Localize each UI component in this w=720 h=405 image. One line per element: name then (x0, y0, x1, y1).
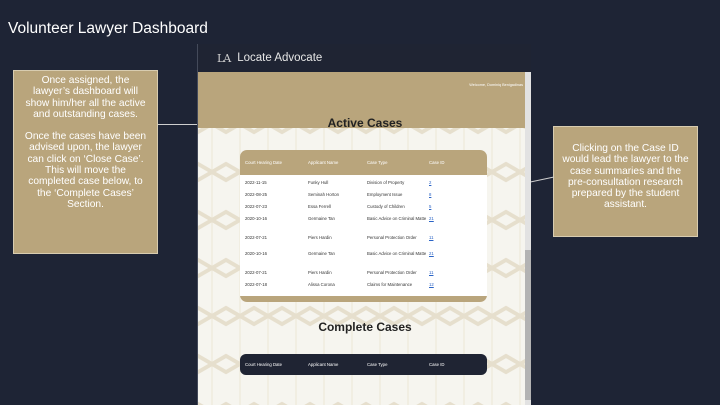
case-id-link[interactable]: 21 (429, 216, 434, 221)
active-table-header: Court Hearing Date Applicant Name Case T… (240, 150, 487, 175)
case-id-link[interactable]: 21 (429, 251, 434, 256)
callout-left: Once assigned, the lawyer’s dashboard wi… (13, 70, 158, 254)
header-court-hearing-date: Court Hearing Date (245, 160, 283, 165)
case-id-link[interactable]: 12 (429, 282, 434, 287)
callout-right: Clicking on the Case ID would lead the l… (553, 126, 698, 237)
header-case-id: Case ID (429, 362, 445, 367)
scrollbar-thumb[interactable] (525, 250, 531, 400)
case-id-link[interactable]: 11 (429, 235, 433, 240)
header-case-type: Case Type (367, 160, 388, 165)
callout-left-text-2: Once the cases have been advised upon, t… (24, 131, 147, 210)
header-case-type: Case Type (367, 362, 388, 367)
welcome-text: Welcome, Dominiq Benigadinas (469, 83, 523, 87)
cell-date: 2022-11-15 (245, 180, 267, 185)
header-court-hearing-date: Court Hearing Date (245, 362, 283, 367)
cell-case-type: Division of Property (367, 180, 405, 185)
cell-case-type: Custody of Children (367, 204, 405, 209)
cell-applicant: Funky Hull (308, 180, 329, 185)
complete-cases-title: Complete Cases (318, 320, 412, 334)
cell-case-type: Personal Protection Order (367, 235, 417, 240)
cell-applicant: Piers Hardin (308, 235, 332, 240)
cell-date: 2020-10-16 (245, 216, 267, 221)
cell-date: 2022-07-18 (245, 282, 267, 287)
cell-date: 2022-07-21 (245, 270, 267, 275)
cell-date: 2022-07-21 (245, 235, 267, 240)
cell-applicant: Germaine Tan (308, 216, 335, 221)
active-cases-table: Court Hearing Date Applicant Name Case T… (240, 150, 487, 302)
app-window: Welcome, Dominiq Benigadinas LA Locate A… (197, 44, 531, 405)
header-case-id: Case ID (429, 160, 445, 165)
app-name[interactable]: Locate Advocate (237, 52, 322, 64)
active-table-footer (240, 296, 487, 302)
case-id-link[interactable]: 8 (429, 192, 431, 197)
cell-case-type: Basic Advice on Criminal Matte (367, 216, 427, 221)
header-applicant-name: Applicant Name (308, 362, 339, 367)
cell-date: 2022-07-23 (245, 204, 267, 209)
cell-case-type: Personal Protection Order (367, 270, 417, 275)
cell-applicant: Seminah Horton (308, 192, 340, 197)
cell-applicant: Essa Ferrell (308, 204, 331, 209)
active-table-body: 2022-11-15 Funky Hull Division of Proper… (240, 175, 487, 296)
case-id-link[interactable]: 11 (429, 270, 433, 275)
cell-date: 2022-08-25 (245, 192, 267, 197)
logo-icon[interactable]: LA (217, 52, 231, 65)
case-id-link[interactable]: 5 (429, 204, 431, 209)
case-id-link[interactable]: 2 (429, 180, 431, 185)
cell-case-type: Employment Issue (367, 192, 403, 197)
cell-case-type: Basic Advice on Criminal Matte (367, 251, 427, 256)
callout-right-text: Clicking on the Case ID would lead the l… (562, 143, 689, 211)
cell-applicant: Germaine Tan (308, 251, 335, 256)
cell-applicant: Piers Hardin (308, 270, 332, 275)
callout-left-text-1: Once assigned, the lawyer’s dashboard wi… (25, 75, 146, 120)
cell-date: 2020-10-16 (245, 251, 267, 256)
slide-title: Volunteer Lawyer Dashboard (8, 20, 208, 37)
cell-case-type: Claims for Maintenance (367, 282, 413, 287)
app-header: LA Locate Advocate (198, 44, 531, 72)
scrollbar[interactable] (525, 72, 531, 405)
cell-applicant: Alissa Corona (308, 282, 335, 287)
complete-cases-table-header: Court Hearing Date Applicant Name Case T… (240, 354, 487, 375)
header-applicant-name: Applicant Name (308, 160, 339, 165)
active-cases-title: Active Cases (327, 116, 403, 130)
